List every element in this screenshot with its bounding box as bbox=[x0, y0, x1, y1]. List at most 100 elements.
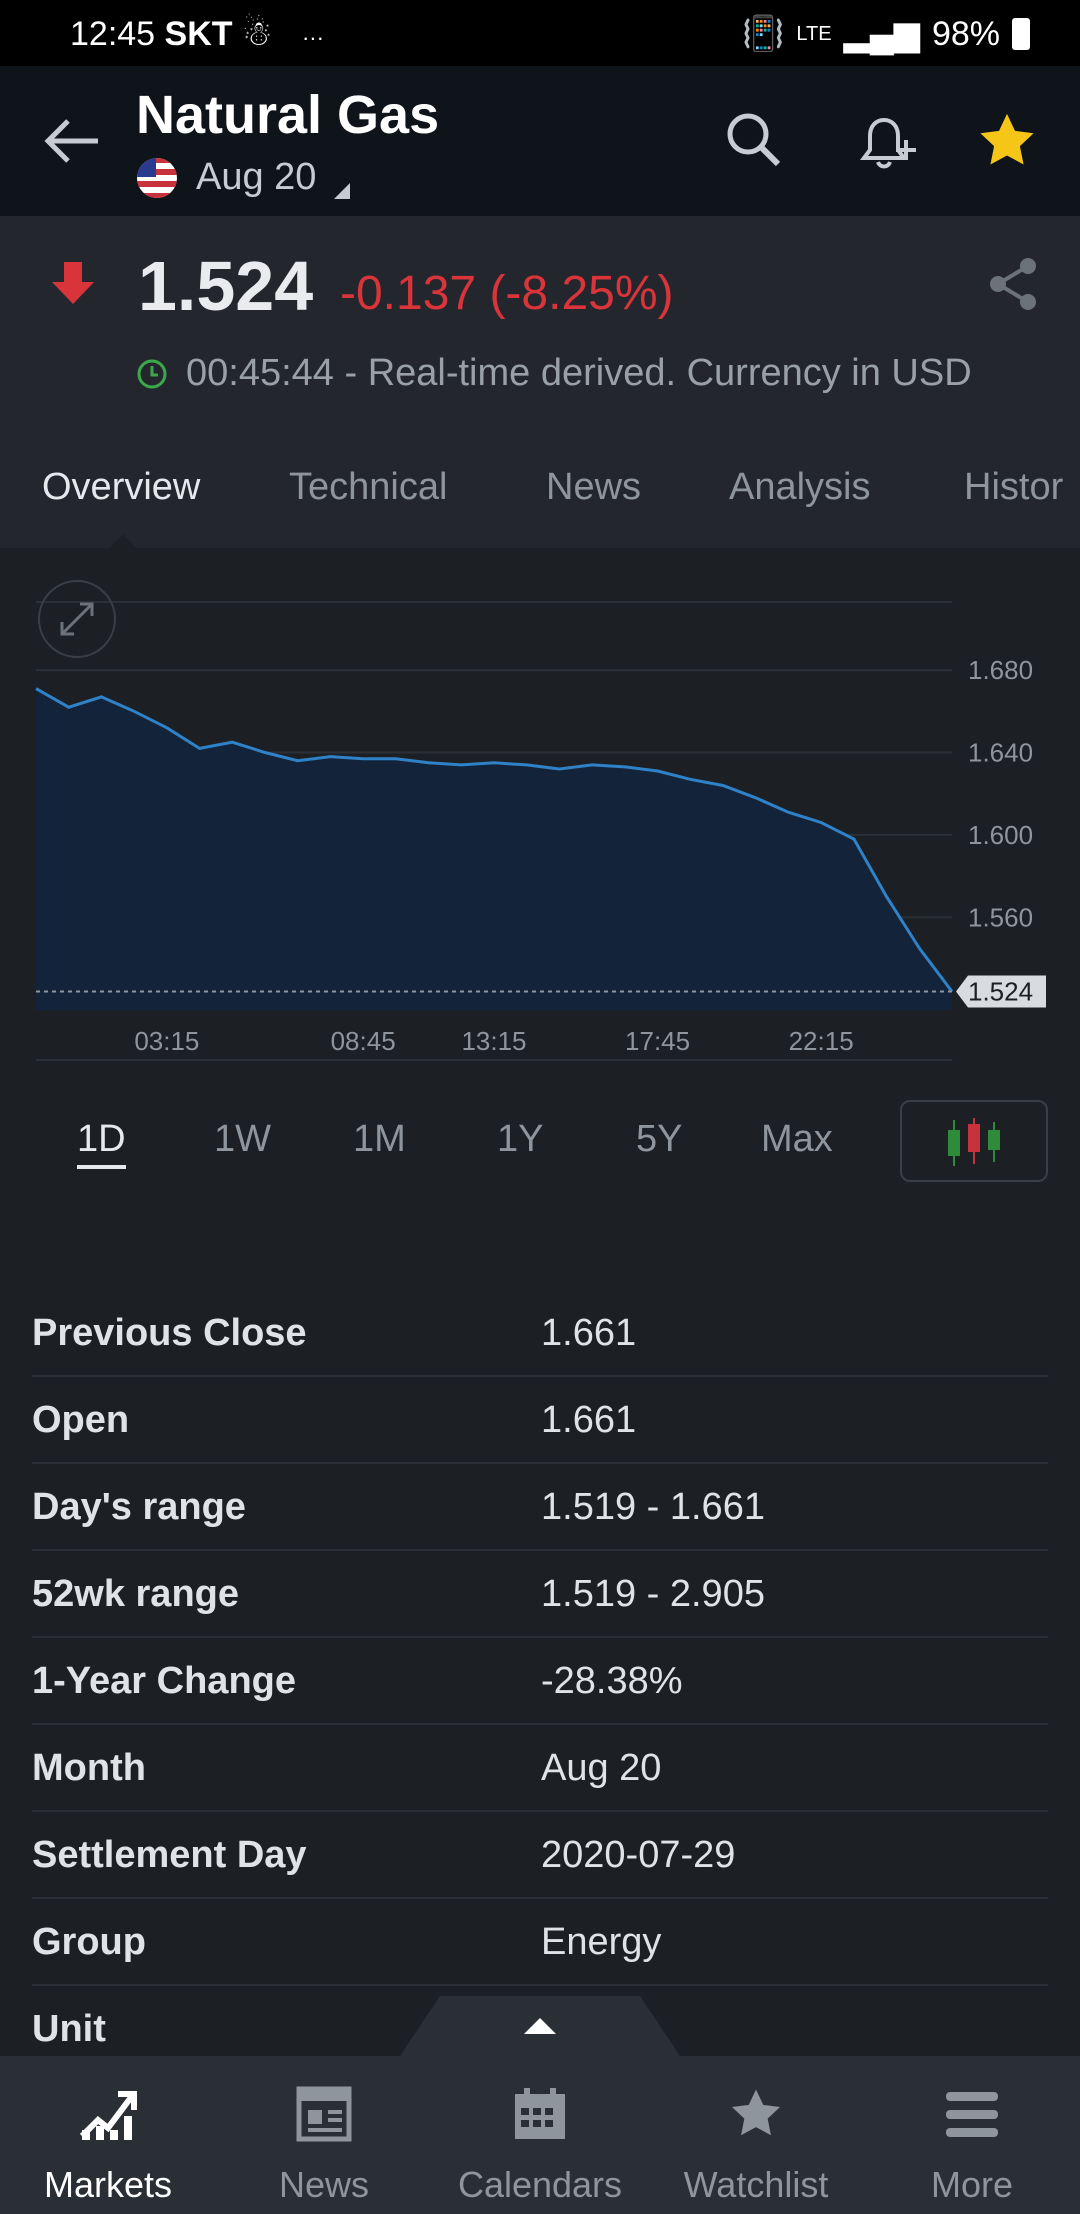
x-tick-label: 03:15 bbox=[134, 1026, 199, 1056]
nav-watchlist[interactable]: Watchlist bbox=[648, 2056, 864, 2214]
stats-row: 52wk range 1.519 - 2.905 bbox=[32, 1551, 1048, 1638]
last-price-label: 1.524 bbox=[968, 976, 1033, 1006]
y-tick-label: 1.680 bbox=[968, 655, 1033, 685]
nav-markets[interactable]: Markets bbox=[0, 2056, 216, 2214]
tab-news[interactable]: News bbox=[546, 466, 641, 509]
stats-label: Group bbox=[32, 1921, 146, 1963]
stats-value: -28.38% bbox=[541, 1660, 683, 1702]
status-bar: 12:45 SKT ☃ ··· 📳 LTE ▂▄▆ 98% bbox=[0, 0, 1080, 66]
stats-label: Day's range bbox=[32, 1486, 246, 1528]
range-1m[interactable]: 1M bbox=[353, 1118, 406, 1161]
stats-value: 1.661 bbox=[541, 1312, 637, 1354]
quote-panel: 1.524 -0.137 (-8.25%) 00:45:44 - Real-ti… bbox=[0, 216, 1080, 420]
chart-type-button[interactable] bbox=[900, 1100, 1048, 1182]
contract-month-selector[interactable]: Aug 20 bbox=[136, 156, 351, 199]
notification-icon: ☃ bbox=[242, 15, 273, 53]
stats-label: 1-Year Change bbox=[32, 1660, 296, 1702]
nav-more-label: More bbox=[930, 2164, 1014, 2205]
battery-icon bbox=[1012, 18, 1030, 50]
search-icon[interactable] bbox=[724, 110, 784, 170]
tab-analysis[interactable]: Analysis bbox=[729, 466, 871, 509]
instrument-title: Natural Gas bbox=[136, 85, 440, 145]
add-alert-icon[interactable] bbox=[856, 110, 920, 174]
range-5y[interactable]: 5Y bbox=[636, 1118, 682, 1161]
more-notifications: ··· bbox=[301, 25, 324, 50]
clock-icon bbox=[137, 359, 167, 388]
tab-history[interactable]: Histor bbox=[964, 466, 1063, 509]
stats-row: Open 1.661 bbox=[32, 1377, 1048, 1464]
stats-value: Aug 20 bbox=[541, 1747, 662, 1789]
price-chart[interactable]: 1.680 1.640 1.600 1.560 1.524 03:15 08:45 13:15… bbox=[0, 548, 1080, 1068]
us-flag-icon bbox=[137, 157, 177, 198]
range-max[interactable]: Max bbox=[761, 1118, 833, 1161]
range-1y[interactable]: 1Y bbox=[497, 1118, 543, 1161]
range-1w[interactable]: 1W bbox=[214, 1118, 271, 1161]
stats-label: Month bbox=[32, 1747, 146, 1789]
stats-label: Unit bbox=[32, 2008, 106, 2050]
x-tick-label: 17:45 bbox=[625, 1026, 690, 1056]
time-range-selector: 1D 1W 1M 1Y 5Y Max bbox=[0, 1090, 1080, 1190]
status-time: 12:45 SKT ☃ ··· bbox=[70, 15, 324, 53]
realtime-text: 00:45:44 - Real-time derived. Currency i… bbox=[186, 352, 972, 394]
share-icon[interactable] bbox=[986, 256, 1040, 312]
pull-tab-shape bbox=[400, 1996, 680, 2056]
vibrate-icon: 📳 bbox=[742, 15, 785, 53]
candlestick-icon bbox=[948, 1118, 1000, 1166]
tab-overview[interactable]: Overview bbox=[42, 466, 200, 509]
dropdown-corner-icon bbox=[334, 182, 351, 199]
stats-row: Group Energy bbox=[32, 1899, 1048, 1986]
stats-label: Open bbox=[32, 1399, 130, 1441]
last-price: 1.524 bbox=[138, 247, 314, 325]
app-header: Natural Gas Aug 20 bbox=[0, 66, 1080, 216]
range-1d[interactable]: 1D bbox=[77, 1118, 126, 1169]
price-change: -0.137 (-8.25%) bbox=[340, 267, 674, 320]
stats-value: Energy bbox=[541, 1921, 662, 1963]
expand-chart-button[interactable] bbox=[38, 580, 116, 658]
menu-icon bbox=[946, 2092, 998, 2137]
markets-chart-icon bbox=[79, 2091, 137, 2140]
overview-stats: Previous Close 1.661 Open 1.661 Day's range 1… bbox=[32, 1290, 1048, 2073]
tab-technical[interactable]: Technical bbox=[289, 466, 447, 509]
stats-row: Month Aug 20 bbox=[32, 1725, 1048, 1812]
battery-level: 98% bbox=[931, 14, 1000, 53]
nav-more[interactable]: More bbox=[864, 2056, 1080, 2214]
active-tab-indicator bbox=[110, 534, 136, 548]
stats-row: Settlement Day 2020-07-29 bbox=[32, 1812, 1048, 1899]
stats-label: 52wk range bbox=[32, 1573, 239, 1615]
stats-label: Settlement Day bbox=[32, 1834, 307, 1876]
stats-value: 1.519 - 2.905 bbox=[541, 1573, 765, 1615]
x-tick-label: 08:45 bbox=[331, 1026, 396, 1056]
nav-calendars[interactable]: Calendars bbox=[432, 2056, 648, 2214]
expand-icon bbox=[60, 602, 94, 636]
section-tabs: Overview Technical News Analysis Histor bbox=[0, 420, 1080, 548]
x-tick-label: 13:15 bbox=[461, 1026, 526, 1056]
lte-icon: LTE bbox=[796, 22, 832, 45]
stats-row: Day's range 1.519 - 1.661 bbox=[32, 1464, 1048, 1551]
stats-row: 1-Year Change -28.38% bbox=[32, 1638, 1048, 1725]
watchlist-star-icon[interactable] bbox=[976, 110, 1038, 172]
stats-value: 1.519 - 1.661 bbox=[541, 1486, 765, 1528]
contract-month: Aug 20 bbox=[196, 156, 317, 198]
calendar-icon bbox=[515, 2088, 565, 2139]
back-arrow-icon[interactable] bbox=[42, 116, 102, 166]
stats-row: Previous Close 1.661 bbox=[32, 1290, 1048, 1377]
star-icon bbox=[731, 2089, 781, 2136]
y-tick-label: 1.560 bbox=[968, 902, 1033, 932]
chart-svg: 1.680 1.640 1.600 1.560 1.524 03:15 08:45 13:15… bbox=[35, 601, 1046, 1061]
y-tick-label: 1.600 bbox=[968, 820, 1033, 850]
nav-calendars-label: Calendars bbox=[457, 2164, 623, 2205]
expand-details-button[interactable] bbox=[400, 1996, 680, 2056]
realtime-info: 00:45:44 - Real-time derived. Currency i… bbox=[136, 352, 972, 395]
x-tick-label: 22:15 bbox=[789, 1026, 854, 1056]
y-tick-label: 1.640 bbox=[968, 738, 1033, 768]
bottom-navigation: Markets News Calendars Watchlist More bbox=[0, 2056, 1080, 2214]
stats-label: Previous Close bbox=[32, 1312, 307, 1354]
nav-watchlist-label: Watchlist bbox=[683, 2164, 829, 2205]
stats-value: 1.661 bbox=[541, 1399, 637, 1441]
news-icon bbox=[296, 2086, 352, 2142]
signal-icon: ▂▄▆ bbox=[843, 15, 920, 53]
chart-area bbox=[36, 688, 952, 1010]
stats-value: 2020-07-29 bbox=[541, 1834, 736, 1876]
nav-news-label: News bbox=[278, 2164, 370, 2205]
nav-news[interactable]: News bbox=[216, 2056, 432, 2214]
